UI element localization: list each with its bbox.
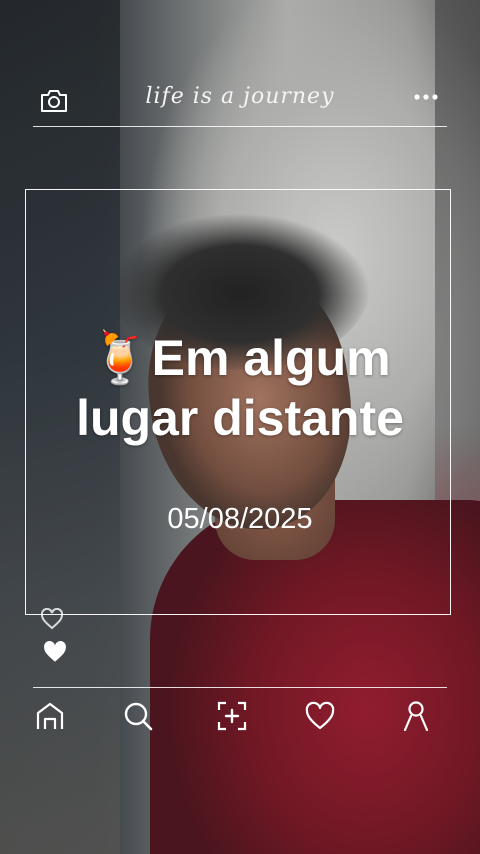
top-bar: life is a journey — [33, 78, 447, 126]
home-icon[interactable] — [33, 699, 67, 733]
add-icon[interactable] — [215, 699, 249, 733]
top-divider — [33, 126, 447, 127]
bottom-divider — [33, 687, 447, 688]
cocktail-emoji: 🍹 — [89, 330, 152, 386]
heart-filled-icon[interactable] — [42, 640, 68, 664]
bottom-nav — [25, 697, 455, 737]
more-horizontal-icon[interactable] — [413, 92, 439, 102]
side-hearts — [38, 608, 78, 668]
search-icon[interactable] — [121, 699, 155, 733]
app-title: life is a journey — [145, 84, 335, 109]
heart-icon[interactable] — [303, 699, 337, 733]
post-date: 05/08/2025 — [167, 503, 313, 535]
heart-outline-icon[interactable] — [40, 608, 64, 630]
profile-icon[interactable] — [399, 699, 433, 733]
headline-line-1: Em algum — [151, 330, 391, 386]
headline-line-2: lugar distante — [76, 390, 404, 446]
post-headline: 🍹Em algum lugar distante — [25, 328, 455, 448]
